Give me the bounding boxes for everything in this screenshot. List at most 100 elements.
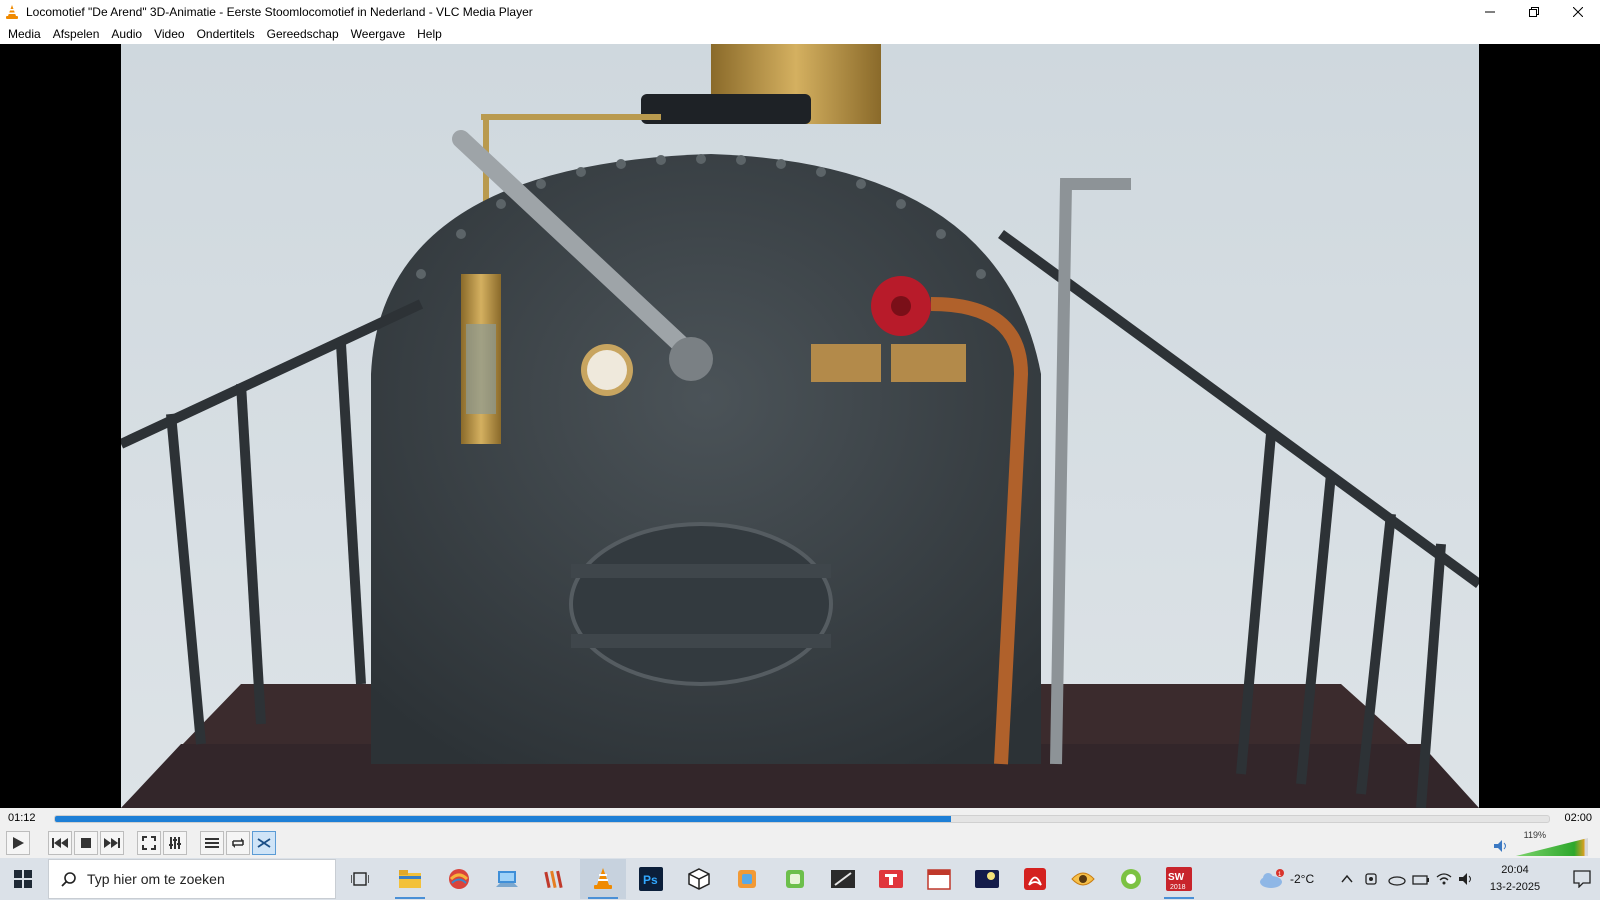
taskbar-app-t-red[interactable] xyxy=(868,859,914,899)
notification-center-button[interactable] xyxy=(1570,867,1594,891)
remote-desktop-icon xyxy=(496,871,518,887)
random-button[interactable] xyxy=(252,831,276,855)
menu-audio[interactable]: Audio xyxy=(105,27,148,41)
taskbar-vlc[interactable] xyxy=(580,859,626,899)
solidworks-year-label: 2018 xyxy=(1170,884,1186,891)
wifi-icon[interactable] xyxy=(1436,872,1452,886)
volume-tray-icon[interactable] xyxy=(1458,872,1474,886)
taskbar-pen-tool[interactable] xyxy=(820,859,866,899)
equalizer-icon xyxy=(169,837,181,849)
eye-viewer-icon xyxy=(1071,872,1095,886)
task-view-button[interactable] xyxy=(337,859,383,899)
start-button[interactable] xyxy=(0,858,46,900)
window-controls xyxy=(1468,0,1600,24)
acrobat-icon xyxy=(1024,868,1046,890)
taskbar-file-explorer[interactable] xyxy=(387,859,433,899)
app-red-orb-icon xyxy=(449,869,469,889)
solidworks-calendar-icon xyxy=(927,869,951,890)
meet-now-icon[interactable] xyxy=(1364,871,1380,887)
seek-slider[interactable] xyxy=(54,815,1550,823)
vlc-cone-icon xyxy=(594,868,612,889)
search-icon xyxy=(61,872,76,887)
menu-help[interactable]: Help xyxy=(411,27,448,41)
onedrive-cloud-icon[interactable] xyxy=(1388,872,1406,886)
next-icon xyxy=(104,838,120,848)
vlc-cone-icon xyxy=(6,5,18,19)
notification-icon xyxy=(1573,870,1591,888)
close-button[interactable] xyxy=(1556,0,1600,24)
minimize-button[interactable] xyxy=(1468,0,1512,24)
cloud-weather-icon: 1 xyxy=(1260,869,1284,888)
loop-button[interactable] xyxy=(226,831,250,855)
battery-icon[interactable] xyxy=(1412,872,1430,886)
clock-time: 20:04 xyxy=(1501,864,1529,876)
menu-gereedschap[interactable]: Gereedschap xyxy=(261,27,345,41)
volume-slider[interactable] xyxy=(1516,838,1588,856)
taskbar-solidworks[interactable]: SW 2018 xyxy=(1156,859,1202,899)
taskbar-remote-desktop[interactable] xyxy=(484,859,530,899)
system-tray xyxy=(1340,858,1474,900)
minimize-icon xyxy=(1485,11,1495,13)
file-explorer-icon xyxy=(399,870,421,888)
menu-bar: Media Afspelen Audio Video Ondertitels G… xyxy=(0,24,1600,44)
previous-button[interactable] xyxy=(48,831,72,855)
loop-icon xyxy=(232,838,244,848)
taskbar-app-p-green[interactable] xyxy=(772,859,818,899)
solidworks-label: SW xyxy=(1168,872,1185,883)
taskbar-search-box[interactable]: Typ hier om te zoeken xyxy=(48,859,336,899)
fullscreen-icon xyxy=(142,836,156,850)
windows-taskbar: Typ hier om te zoeken Ps SW 2018 1 -2°C … xyxy=(0,858,1600,900)
stop-button[interactable] xyxy=(74,831,98,855)
video-area[interactable] xyxy=(0,44,1600,808)
fullscreen-button[interactable] xyxy=(137,831,161,855)
menu-afspelen[interactable]: Afspelen xyxy=(47,27,106,41)
taskbar-photoshop[interactable]: Ps xyxy=(628,859,674,899)
task-view-icon xyxy=(351,872,369,886)
seek-progress xyxy=(55,816,952,822)
taskbar-eye-viewer[interactable] xyxy=(1060,859,1106,899)
restore-button[interactable] xyxy=(1512,0,1556,24)
menu-media[interactable]: Media xyxy=(2,27,47,41)
taskbar-books-library[interactable] xyxy=(532,859,578,899)
photoshop-icon: Ps xyxy=(639,867,663,891)
taskbar-night-sky[interactable] xyxy=(964,859,1010,899)
volume-control[interactable]: 119% xyxy=(1494,830,1594,856)
app-t-red-icon xyxy=(879,870,903,888)
stop-icon xyxy=(81,838,91,848)
taskbar-3d-cube[interactable] xyxy=(676,859,722,899)
playlist-button[interactable] xyxy=(200,831,224,855)
play-icon xyxy=(13,837,24,849)
next-button[interactable] xyxy=(100,831,124,855)
previous-icon xyxy=(52,838,68,848)
menu-ondertitels[interactable]: Ondertitels xyxy=(191,27,261,41)
taskbar-green-circle-app[interactable] xyxy=(1108,859,1154,899)
total-time[interactable]: 02:00 xyxy=(1564,812,1592,824)
app-s-orange-icon xyxy=(738,870,756,888)
taskbar-app-s-orange[interactable] xyxy=(724,859,770,899)
taskbar-clock[interactable]: 20:04 13-2-2025 xyxy=(1480,862,1550,896)
chevron-up-icon[interactable] xyxy=(1340,872,1354,886)
3d-cube-icon xyxy=(688,868,710,890)
taskbar-acrobat[interactable] xyxy=(1012,859,1058,899)
play-button[interactable] xyxy=(6,831,30,855)
solidworks-icon: SW2018 xyxy=(1166,867,1192,891)
green-circle-app-icon xyxy=(1121,869,1141,889)
extended-settings-button[interactable] xyxy=(163,831,187,855)
window-title: Locomotief "De Arend" 3D-Animatie - Eers… xyxy=(26,5,533,19)
night-sky-icon xyxy=(975,870,999,888)
taskbar-solidworks-calendar[interactable] xyxy=(916,859,962,899)
menu-weergave[interactable]: Weergave xyxy=(345,27,411,41)
search-placeholder: Typ hier om te zoeken xyxy=(87,871,225,887)
weather-temp: -2°C xyxy=(1290,872,1315,886)
restore-icon xyxy=(1529,7,1539,17)
playback-controls: 119% xyxy=(0,828,1600,858)
menu-video[interactable]: Video xyxy=(148,27,190,41)
windows-logo-icon xyxy=(14,870,32,888)
playlist-icon xyxy=(205,838,219,848)
pen-tool-icon xyxy=(831,870,855,888)
taskbar-app-red-orb[interactable] xyxy=(436,859,482,899)
speaker-icon xyxy=(1494,840,1506,852)
weather-widget[interactable]: 1 -2°C xyxy=(1258,858,1314,900)
seek-row: 01:12 02:00 xyxy=(0,808,1600,828)
app-p-green-icon xyxy=(786,870,804,888)
